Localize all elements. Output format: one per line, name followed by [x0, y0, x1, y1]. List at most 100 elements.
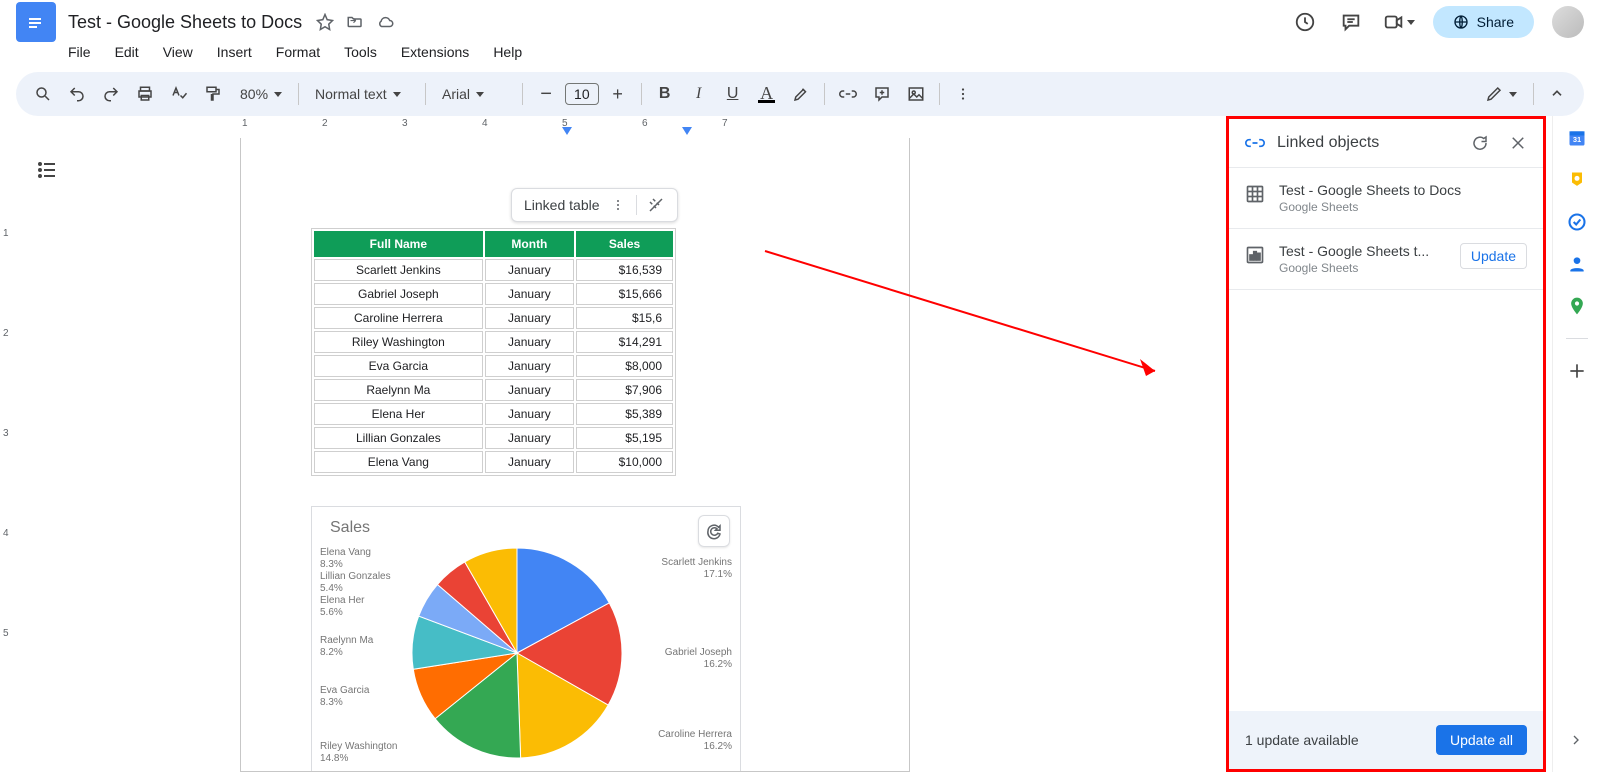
- document-title[interactable]: Test - Google Sheets to Docs: [68, 12, 302, 33]
- chart-slice-label: Eva Garcia8.3%: [320, 685, 369, 709]
- table-header: Month: [485, 231, 574, 257]
- table-row[interactable]: Lillian GonzalesJanuary$5,195: [314, 427, 673, 449]
- table-row[interactable]: Scarlett JenkinsJanuary$16,539: [314, 259, 673, 281]
- globe-lock-icon: [1453, 14, 1469, 30]
- linked-table-options-icon[interactable]: [610, 197, 626, 213]
- underline-button[interactable]: U: [718, 79, 748, 109]
- panel-title: Linked objects: [1277, 134, 1459, 152]
- collapse-toolbar-icon[interactable]: [1542, 79, 1572, 109]
- chevron-down-icon: [1509, 92, 1517, 97]
- indent-marker-icon[interactable]: [562, 127, 572, 135]
- menu-extensions[interactable]: Extensions: [401, 44, 469, 60]
- redo-icon[interactable]: [96, 79, 126, 109]
- print-icon[interactable]: [130, 79, 160, 109]
- title-bar: Test - Google Sheets to Docs Share: [0, 0, 1600, 38]
- zoom-selector[interactable]: 80%: [232, 86, 290, 102]
- panel-close-button[interactable]: [1509, 134, 1527, 152]
- insert-image-icon[interactable]: [901, 79, 931, 109]
- table-row[interactable]: Elena HerJanuary$5,389: [314, 403, 673, 425]
- panel-footer: 1 update available Update all: [1229, 711, 1543, 769]
- font-selector[interactable]: Arial: [434, 86, 514, 102]
- menu-view[interactable]: View: [163, 44, 193, 60]
- chevron-down-icon: [274, 92, 282, 97]
- text-color-button[interactable]: A: [752, 79, 782, 109]
- calendar-icon[interactable]: 31: [1567, 128, 1587, 148]
- italic-button[interactable]: I: [684, 79, 714, 109]
- embedded-table[interactable]: Full Name Month Sales Scarlett JenkinsJa…: [311, 228, 676, 476]
- add-comment-icon[interactable]: [867, 79, 897, 109]
- table-row[interactable]: Caroline HerreraJanuary$15,6: [314, 307, 673, 329]
- font-size-input[interactable]: 10: [565, 83, 599, 105]
- table-row[interactable]: Gabriel JosephJanuary$15,666: [314, 283, 673, 305]
- activity-icon[interactable]: [1291, 8, 1319, 36]
- account-avatar[interactable]: [1552, 6, 1584, 38]
- move-icon[interactable]: [346, 13, 364, 31]
- document-page[interactable]: Linked table Full Name Month Sales Scarl…: [240, 138, 910, 772]
- unlink-icon[interactable]: [647, 196, 665, 214]
- chevron-down-icon: [1407, 20, 1415, 25]
- collapse-rail-icon[interactable]: [1564, 728, 1588, 752]
- pie-chart: [407, 543, 627, 763]
- refresh-icon: [705, 522, 723, 540]
- more-icon[interactable]: [948, 79, 978, 109]
- star-icon[interactable]: [316, 13, 334, 31]
- docs-logo-icon[interactable]: [16, 2, 56, 42]
- menu-format[interactable]: Format: [276, 44, 320, 60]
- right-indent-marker-icon[interactable]: [682, 127, 692, 135]
- update-button[interactable]: Update: [1460, 243, 1527, 269]
- outline-toggle-icon[interactable]: [22, 138, 72, 188]
- menu-help[interactable]: Help: [493, 44, 522, 60]
- comments-icon[interactable]: [1337, 8, 1365, 36]
- table-row[interactable]: Eva GarciaJanuary$8,000: [314, 355, 673, 377]
- linked-object-subtitle: Google Sheets: [1279, 261, 1446, 275]
- paragraph-style-selector[interactable]: Normal text: [307, 86, 417, 102]
- share-button[interactable]: Share: [1433, 6, 1534, 38]
- menu-file[interactable]: File: [68, 44, 91, 60]
- table-row[interactable]: Riley WashingtonJanuary$14,291: [314, 331, 673, 353]
- chart-slice-label: Scarlett Jenkins17.1%: [661, 557, 732, 581]
- menu-insert[interactable]: Insert: [217, 44, 252, 60]
- tasks-icon[interactable]: [1567, 212, 1587, 232]
- editing-mode-button[interactable]: [1477, 85, 1525, 103]
- linked-object-item[interactable]: Test - Google Sheets to DocsGoogle Sheet…: [1229, 168, 1543, 228]
- contacts-icon[interactable]: [1567, 254, 1587, 274]
- menu-edit[interactable]: Edit: [115, 44, 139, 60]
- insert-link-icon[interactable]: [833, 79, 863, 109]
- increase-font-icon[interactable]: +: [603, 79, 633, 109]
- menu-tools[interactable]: Tools: [344, 44, 377, 60]
- bold-button[interactable]: B: [650, 79, 680, 109]
- highlight-button[interactable]: [786, 79, 816, 109]
- maps-icon[interactable]: [1567, 296, 1587, 316]
- spellcheck-icon[interactable]: [164, 79, 194, 109]
- table-header: Sales: [576, 231, 673, 257]
- embedded-chart[interactable]: Sales Elena Vang8.3% Lillian Gonzales5.4…: [311, 506, 741, 772]
- linked-object-subtitle: Google Sheets: [1279, 200, 1527, 214]
- chart-slice-label: Elena Her5.6%: [320, 595, 364, 619]
- link-icon: [1245, 133, 1265, 153]
- paint-format-icon[interactable]: [198, 79, 228, 109]
- linked-table-toolbar: Linked table: [511, 188, 678, 222]
- update-available-text: 1 update available: [1245, 732, 1359, 748]
- linked-object-item[interactable]: Test - Google Sheets t... Google Sheets U…: [1229, 229, 1543, 289]
- chart-refresh-button[interactable]: [698, 515, 730, 547]
- panel-refresh-button[interactable]: [1471, 134, 1489, 152]
- keep-icon[interactable]: [1567, 170, 1587, 190]
- update-all-button[interactable]: Update all: [1436, 725, 1527, 755]
- video-icon: [1383, 11, 1405, 33]
- undo-icon[interactable]: [62, 79, 92, 109]
- linked-object-title: Test - Google Sheets t...: [1279, 243, 1446, 259]
- chevron-down-icon: [393, 92, 401, 97]
- svg-text:31: 31: [1572, 135, 1580, 144]
- zoom-value: 80%: [240, 86, 268, 102]
- table-row[interactable]: Raelynn MaJanuary$7,906: [314, 379, 673, 401]
- table-row[interactable]: Elena VangJanuary$10,000: [314, 451, 673, 473]
- chart-slice-label: Caroline Herrera16.2%: [658, 729, 732, 753]
- add-addon-icon[interactable]: [1567, 361, 1587, 381]
- chart-slice-label: Elena Vang8.3%: [320, 547, 371, 571]
- chart-title: Sales: [330, 519, 370, 537]
- decrease-font-icon[interactable]: −: [531, 79, 561, 109]
- search-icon[interactable]: [28, 79, 58, 109]
- vertical-ruler: 1 2 3 4 5: [0, 138, 22, 772]
- meet-button[interactable]: [1383, 11, 1415, 33]
- cloud-status-icon[interactable]: [376, 13, 394, 31]
